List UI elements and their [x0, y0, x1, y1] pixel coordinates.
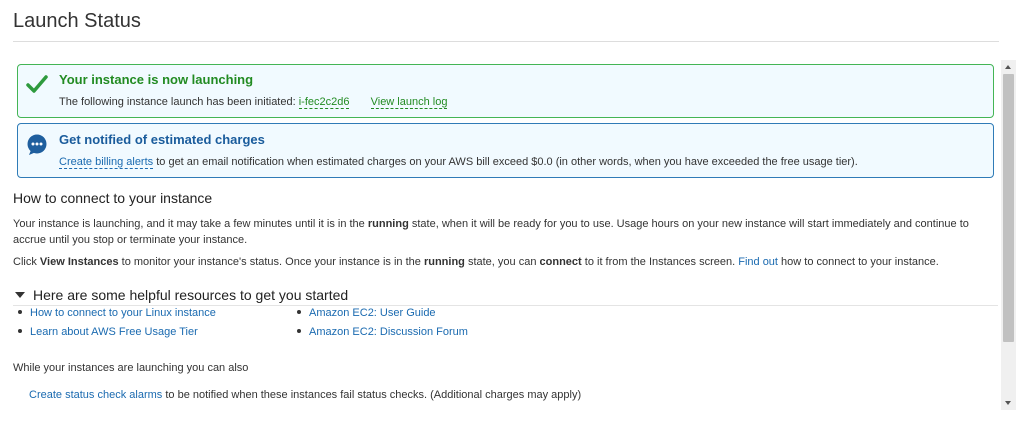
resources-divider [13, 305, 998, 306]
bullet-icon [297, 310, 301, 315]
linux-connect-link[interactable]: How to connect to your Linux instance [30, 307, 216, 319]
connect-heading: How to connect to your instance [13, 190, 213, 206]
scroll-down-arrow-icon[interactable] [1001, 396, 1016, 410]
success-body: The following instance launch has been i… [59, 96, 448, 109]
scroll-thumb[interactable] [1003, 74, 1014, 342]
user-guide-link[interactable]: Amazon EC2: User Guide [309, 307, 436, 319]
create-billing-alerts-link[interactable]: Create billing alerts [59, 156, 154, 169]
resource-item: Amazon EC2: Discussion Forum [297, 326, 468, 338]
view-launch-log-link[interactable]: View launch log [370, 96, 448, 109]
p2-text-e: state, you can [467, 256, 537, 268]
launch-paragraph: Your instance is launching, and it may t… [13, 216, 998, 248]
vertical-scrollbar[interactable] [1001, 60, 1016, 410]
find-out-link[interactable]: Find out [738, 256, 778, 268]
bullet-icon [18, 310, 22, 315]
p2-text-a: Click [13, 256, 37, 268]
create-status-check-alarms-link[interactable]: Create status check alarms [29, 389, 162, 401]
p1-text-a: Your instance is launching, and it may t… [13, 218, 365, 230]
resource-item: How to connect to your Linux instance [18, 307, 216, 319]
bullet-icon [18, 329, 22, 334]
page-title: Launch Status [13, 10, 141, 32]
checkmark-icon [26, 75, 48, 93]
p1-running: running [367, 218, 409, 230]
info-heading: Get notified of estimated charges [59, 132, 265, 147]
resource-item: Learn about AWS Free Usage Tier [18, 326, 198, 338]
chat-bubble-icon [27, 134, 47, 155]
info-body-text: to get an email notification when estima… [156, 156, 858, 168]
title-divider [13, 41, 999, 42]
instance-id-link[interactable]: i-fec2c2d6 [298, 96, 350, 109]
bullet-icon [297, 329, 301, 334]
success-alert: Your instance is now launching The follo… [17, 64, 994, 118]
resources-toggle[interactable]: Here are some helpful resources to get y… [13, 287, 348, 303]
success-heading: Your instance is now launching [59, 72, 254, 87]
success-body-text: The following instance launch has been i… [59, 96, 296, 108]
p2-text-c: to monitor your instance's status. Once … [121, 256, 421, 268]
p2-text-h: how to connect to your instance. [781, 256, 939, 268]
p2-connect: connect [539, 256, 582, 268]
info-alert: Get notified of estimated charges Create… [17, 123, 994, 178]
resource-item: Amazon EC2: User Guide [297, 307, 436, 319]
view-instances-paragraph: Click View Instances to monitor your ins… [13, 254, 998, 270]
p2-running: running [423, 256, 465, 268]
free-tier-link[interactable]: Learn about AWS Free Usage Tier [30, 326, 198, 338]
resources-heading: Here are some helpful resources to get y… [33, 287, 349, 303]
discussion-forum-link[interactable]: Amazon EC2: Discussion Forum [309, 326, 468, 338]
triangle-down-icon [15, 292, 25, 299]
p2-text-g: to it from the Instances screen. [584, 256, 736, 268]
also-text: While your instances are launching you c… [13, 362, 249, 374]
status-alarm-line: Create status check alarms to be notifie… [29, 389, 581, 401]
launch-status-page: Launch Status Your instance is now launc… [0, 0, 1000, 421]
info-body: Create billing alerts to get an email no… [59, 156, 858, 169]
status-alarm-text: to be notified when these instances fail… [165, 389, 582, 401]
scroll-up-arrow-icon[interactable] [1001, 60, 1016, 74]
p2-view-instances: View Instances [39, 256, 119, 268]
